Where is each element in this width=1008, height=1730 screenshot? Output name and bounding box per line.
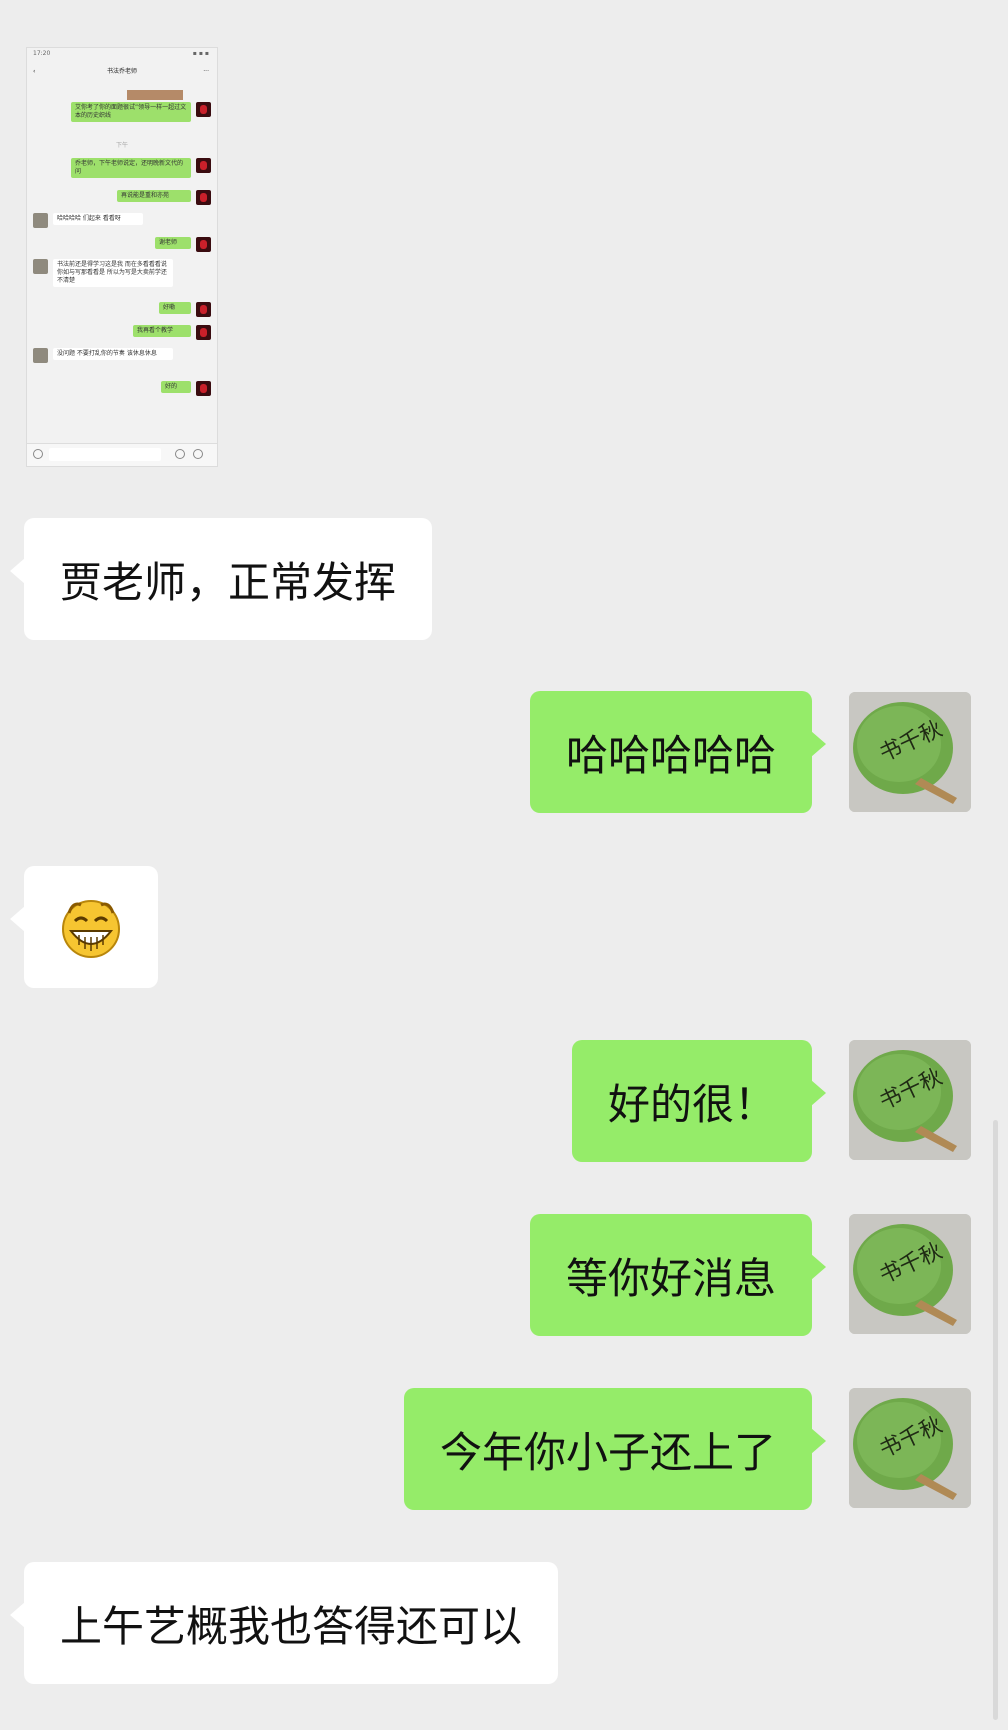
avatar [196, 237, 211, 252]
thumb-input-bar [27, 443, 217, 466]
voice-icon [33, 449, 43, 459]
sent-message[interactable]: 哈哈哈哈哈 [529, 691, 827, 813]
message-text: 贾老师，正常发挥 [60, 557, 397, 607]
user-avatar[interactable]: 书千秋 [849, 1214, 971, 1334]
received-message[interactable]: 上午艺概我也答得还可以 [9, 1562, 559, 1684]
thumb-bubble: 我再看个教学 [133, 325, 191, 337]
avatar [196, 158, 211, 173]
more-icon: ··· [203, 68, 209, 75]
fan-avatar-icon: 书千秋 [849, 692, 971, 812]
received-message[interactable] [10, 866, 158, 988]
avatar [33, 213, 48, 228]
message-text: 等你好消息 [565, 1253, 776, 1303]
fan-avatar-icon: 书千秋 [849, 1388, 971, 1508]
user-avatar[interactable]: 书千秋 [849, 1040, 971, 1160]
avatar [33, 259, 48, 274]
emoji-icon [175, 449, 185, 459]
thumb-bubble: 乔老师，下午老师说定，还明晚新文代的问 [71, 158, 191, 178]
back-icon: ‹ [33, 68, 36, 75]
avatar [196, 381, 211, 396]
thumb-timestamp: 下午 [115, 142, 128, 149]
thumb-bubble: 书法前还是得学习这是我 而在多看看看说 你如与写那看看是 所以为写是大卖前学还不… [53, 259, 173, 287]
sent-message[interactable]: 好的很！ [571, 1040, 827, 1162]
thumb-row: 好嘞 [27, 302, 217, 320]
thumb-bubble: 谢老师 [155, 237, 191, 249]
thumb-row: 书法前还是得学习这是我 而在多看看看说 你如与写那看看是 所以为写是大卖前学还不… [27, 259, 217, 299]
thumb-row: 哈哈哈哈 们起来 看看呀 [27, 213, 217, 231]
sent-message[interactable]: 今年你小子还上了 [403, 1388, 827, 1510]
thumb-row: 我再看个教学 [27, 325, 217, 343]
thumb-row: 谢老师 [27, 237, 217, 255]
message-text: 好的很！ [607, 1079, 776, 1129]
thumb-bubble: 好的 [161, 381, 191, 393]
thumb-row: 好的 [27, 381, 217, 399]
signal-icons: ▪▪▪ [192, 50, 211, 57]
thumb-bubble: 好嘞 [159, 302, 191, 314]
sent-message[interactable]: 等你好消息 [529, 1214, 827, 1336]
message-text: 上午艺概我也答得还可以 [60, 1601, 523, 1651]
message-text: 今年你小子还上了 [439, 1427, 776, 1477]
image-strip [127, 90, 183, 100]
message-text: 哈哈哈哈哈 [565, 730, 776, 780]
status-bar: 17:20 ▪▪▪ [27, 48, 217, 64]
thumb-row: 乔老师，下午老师说定，还明晚新文代的问 [27, 158, 217, 186]
chat-title: 书法乔老师 [106, 68, 137, 75]
thumb-row: 艾你考了你的面题很试”领导一样一超过文本的历史织线 [27, 102, 217, 132]
fan-avatar-icon: 书千秋 [849, 1040, 971, 1160]
thumb-bubble: 没问题 不要打乱你的节奏 该休息休息 [53, 348, 173, 360]
status-time: 17:20 [33, 50, 51, 57]
thumb-bubble: 再说能是重和亦苑 [117, 190, 191, 202]
plus-icon [193, 449, 203, 459]
grin-emoji-icon [62, 900, 120, 958]
thumb-input-field [49, 448, 161, 461]
thumb-row: 没问题 不要打乱你的节奏 该休息休息 [27, 348, 217, 376]
avatar [33, 348, 48, 363]
scrollbar[interactable] [993, 1120, 998, 1720]
fan-avatar-icon: 书千秋 [849, 1214, 971, 1334]
avatar [196, 302, 211, 317]
avatar [196, 102, 211, 117]
thumb-row: 再说能是重和亦苑 [27, 190, 217, 208]
thumb-bubble: 艾你考了你的面题很试”领导一样一超过文本的历史织线 [71, 102, 191, 122]
user-avatar[interactable]: 书千秋 [849, 692, 971, 812]
user-avatar[interactable]: 书千秋 [849, 1388, 971, 1508]
chat-header: ‹ 书法乔老师 ··· [27, 64, 217, 80]
avatar [196, 325, 211, 340]
thumb-bubble: 哈哈哈哈 们起来 看看呀 [53, 213, 143, 225]
chat-screenshot-image: 17:20 ▪▪▪ ‹ 书法乔老师 ··· 艾你考了你的面题很试”领导一样一超过… [26, 47, 218, 467]
received-message[interactable]: 贾老师，正常发挥 [9, 518, 433, 640]
avatar [196, 190, 211, 205]
